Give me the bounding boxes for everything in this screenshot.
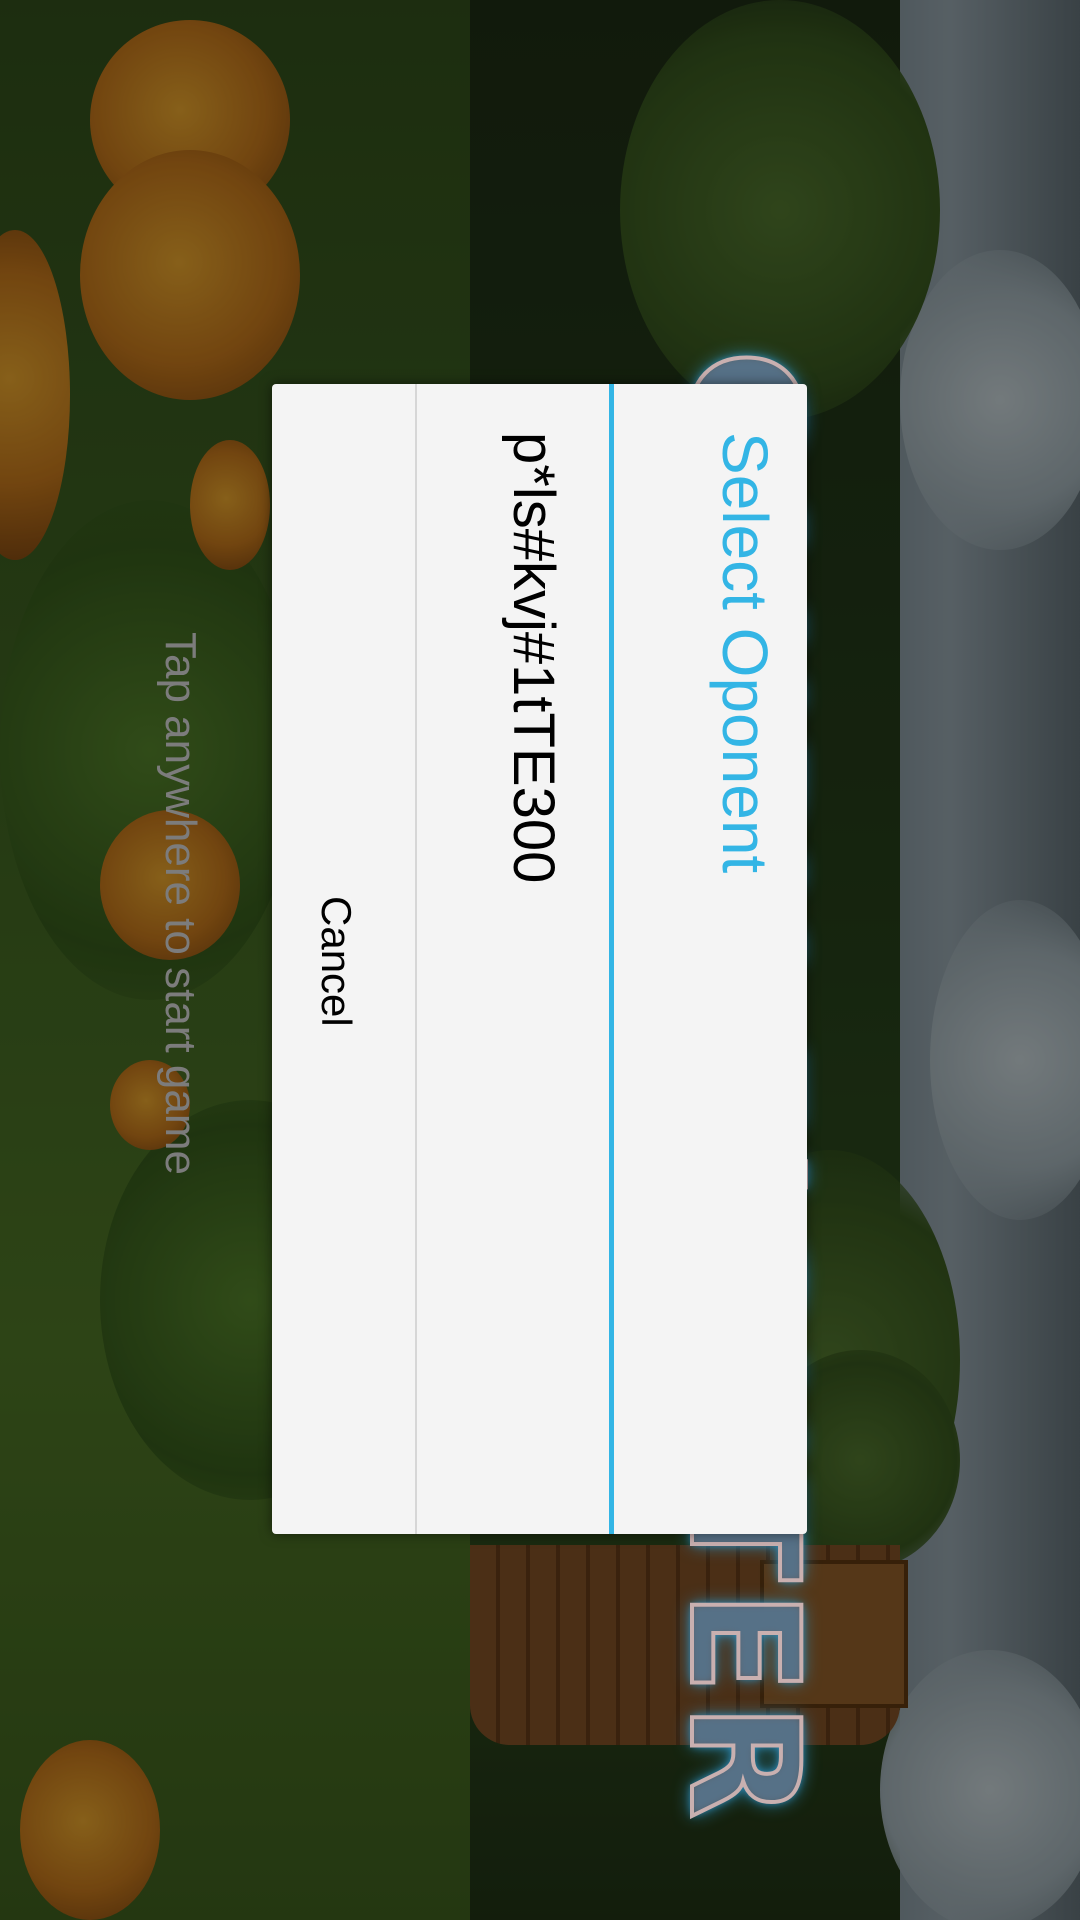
dialog-title: Select Oponent — [709, 432, 781, 874]
button-divider — [415, 384, 417, 1534]
cancel-button-label: Cancel — [313, 896, 360, 1027]
opponent-name: p*ls#kvj#1tTE300 — [501, 432, 566, 884]
title-divider — [609, 384, 614, 1534]
cancel-button[interactable]: Cancel — [272, 384, 415, 1534]
game-screen[interactable]: CANDY FiGHTER Tap anywhere to start game… — [0, 0, 1080, 1920]
opponent-option[interactable]: p*ls#kvj#1tTE300 — [417, 384, 609, 1534]
select-opponent-dialog: Select Oponent p*ls#kvj#1tTE300 Cancel — [272, 384, 807, 1534]
tap-hint-text: Tap anywhere to start game — [156, 632, 205, 1175]
dialog-header: Select Oponent — [612, 384, 807, 1534]
